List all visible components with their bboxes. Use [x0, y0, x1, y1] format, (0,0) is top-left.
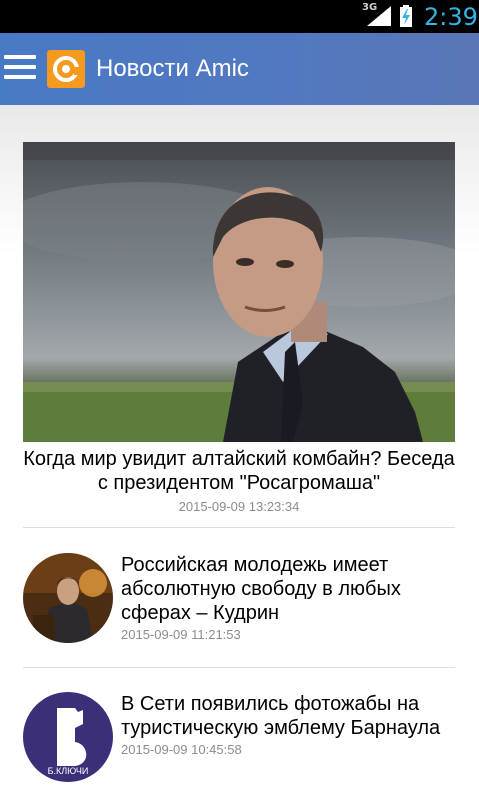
article-title[interactable]: Российская молодежь имеет абсолютную сво…: [121, 553, 455, 625]
article-timestamp: 2015-09-09 10:45:58: [121, 742, 242, 757]
article-timestamp: 2015-09-09 11:21:53: [121, 627, 241, 642]
status-bar: 3G 2:39: [0, 0, 479, 33]
featured-photo[interactable]: [23, 142, 455, 442]
battery-charging-icon: [400, 5, 412, 27]
article-title[interactable]: В Сети появились фотожабы на туристическ…: [121, 692, 455, 740]
article-thumbnail: [23, 553, 113, 643]
divider: [23, 667, 455, 668]
app-logo-icon[interactable]: [47, 50, 85, 88]
action-bar: Новости Amic: [0, 33, 479, 105]
article-thumbnail: Б.КЛЮЧИ: [23, 692, 113, 782]
signal-icon: [367, 6, 391, 26]
news-feed[interactable]: Когда мир увидит алтайский комбайн? Бесе…: [0, 105, 479, 795]
featured-title[interactable]: Когда мир увидит алтайский комбайн? Бесе…: [23, 447, 455, 495]
menu-icon[interactable]: [4, 55, 40, 85]
thumb-caption: Б.КЛЮЧИ: [48, 766, 89, 776]
featured-timestamp: 2015-09-09 13:23:34: [178, 499, 300, 514]
divider: [23, 527, 455, 528]
app-title: Новости Amic: [96, 55, 249, 82]
list-item[interactable]: Б.КЛЮЧИ В Сети появились фотожабы на тур…: [23, 692, 455, 792]
list-item[interactable]: Российская молодежь имеет абсолютную сво…: [23, 553, 455, 653]
featured-article[interactable]: Когда мир увидит алтайский комбайн? Бесе…: [23, 142, 455, 514]
clock: 2:39: [424, 3, 478, 31]
